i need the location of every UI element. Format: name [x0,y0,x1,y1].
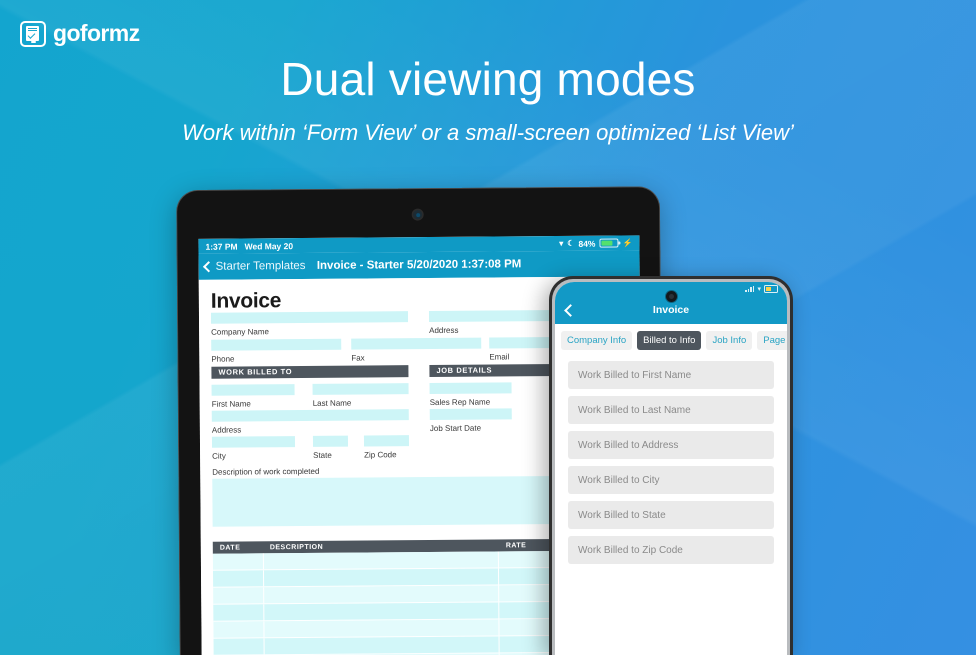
city-input[interactable] [211,436,296,448]
list-item[interactable]: Work Billed to First Name [568,361,774,389]
form-checklist-icon [20,20,46,47]
chevron-left-icon [202,261,215,273]
fax-input[interactable] [351,337,482,350]
list-item[interactable]: Work Billed to Address [568,431,774,459]
front-camera-icon [413,210,423,220]
state-label: State [313,450,332,460]
first-name-label: First Name [211,399,251,409]
moon-icon: ☾ [567,238,575,248]
field-list: Work Billed to First Name Work Billed to… [555,357,787,564]
list-item[interactable]: Work Billed to City [568,466,774,494]
th-date: DATE [219,544,241,552]
wifi-icon: ▾ [559,238,564,248]
job-start-date-input[interactable] [429,408,512,421]
last-name-input[interactable] [312,383,409,395]
brand-name: goformz [53,20,140,46]
first-name-input[interactable] [211,384,295,396]
status-date: Wed May 20 [244,240,294,251]
billed-address-label: Address [211,425,242,435]
zip-label: Zip Code [364,450,397,460]
last-name-label: Last Name [312,398,352,408]
description-label: Description of work completed [212,466,320,477]
sales-rep-input[interactable] [429,382,512,395]
th-rate: RATE [505,541,527,549]
tab-job-info[interactable]: Job Info [706,331,753,350]
zip-input[interactable] [363,435,410,447]
status-time: 1:37 PM [205,241,238,252]
company-name-input[interactable] [210,311,409,324]
phone-input[interactable] [211,338,342,351]
email-label: Email [489,352,510,362]
phone-device: ▾ Invoice Company Info Billed to Info Jo… [549,276,793,655]
wifi-icon: ▾ [757,285,761,293]
list-item[interactable]: Work Billed to Last Name [568,396,774,424]
th-description: DESCRIPTION [269,543,324,551]
bolt-icon: ⚡ [622,238,633,248]
back-label: Starter Templates [215,259,306,273]
sales-rep-label: Sales Rep Name [429,397,491,408]
billed-address-input[interactable] [211,409,409,422]
front-camera-icon [665,291,677,302]
phone-label: Phone [211,354,235,364]
tab-company-info[interactable]: Company Info [561,331,633,350]
list-item[interactable]: Work Billed to Zip Code [568,536,774,564]
battery-percent: 84% [578,238,596,249]
tab-page-1[interactable]: Page 1 [757,331,787,350]
state-input[interactable] [312,435,349,447]
fax-label: Fax [351,353,365,363]
signal-bars-icon [745,286,755,292]
promo-graphic: goformz Dual viewing modes Work within ‘… [0,0,976,655]
battery-icon [764,285,778,293]
section-billed-to: WORK BILLED TO [211,365,409,379]
phone-form-title: Invoice [652,304,690,316]
phone-screen: ▾ Invoice Company Info Billed to Info Jo… [555,282,787,655]
page-subtitle: Work within ‘Form View’ or a small-scree… [182,120,794,145]
address-top-label: Address [429,325,459,336]
brand-logo[interactable]: goformz [20,20,140,47]
phone-bezel: ▾ Invoice Company Info Billed to Info Jo… [552,279,790,655]
tab-bar: Company Info Billed to Info Job Info Pag… [555,324,787,357]
list-item[interactable]: Work Billed to State [568,501,774,529]
job-start-date-label: Job Start Date [429,423,482,434]
company-name-label: Company Name [211,327,269,337]
page-title: Dual viewing modes [280,53,696,105]
city-label: City [212,451,226,461]
back-button[interactable]: Starter Templates [202,259,306,273]
battery-icon [599,238,619,248]
tab-billed-to-info[interactable]: Billed to Info [637,331,702,350]
